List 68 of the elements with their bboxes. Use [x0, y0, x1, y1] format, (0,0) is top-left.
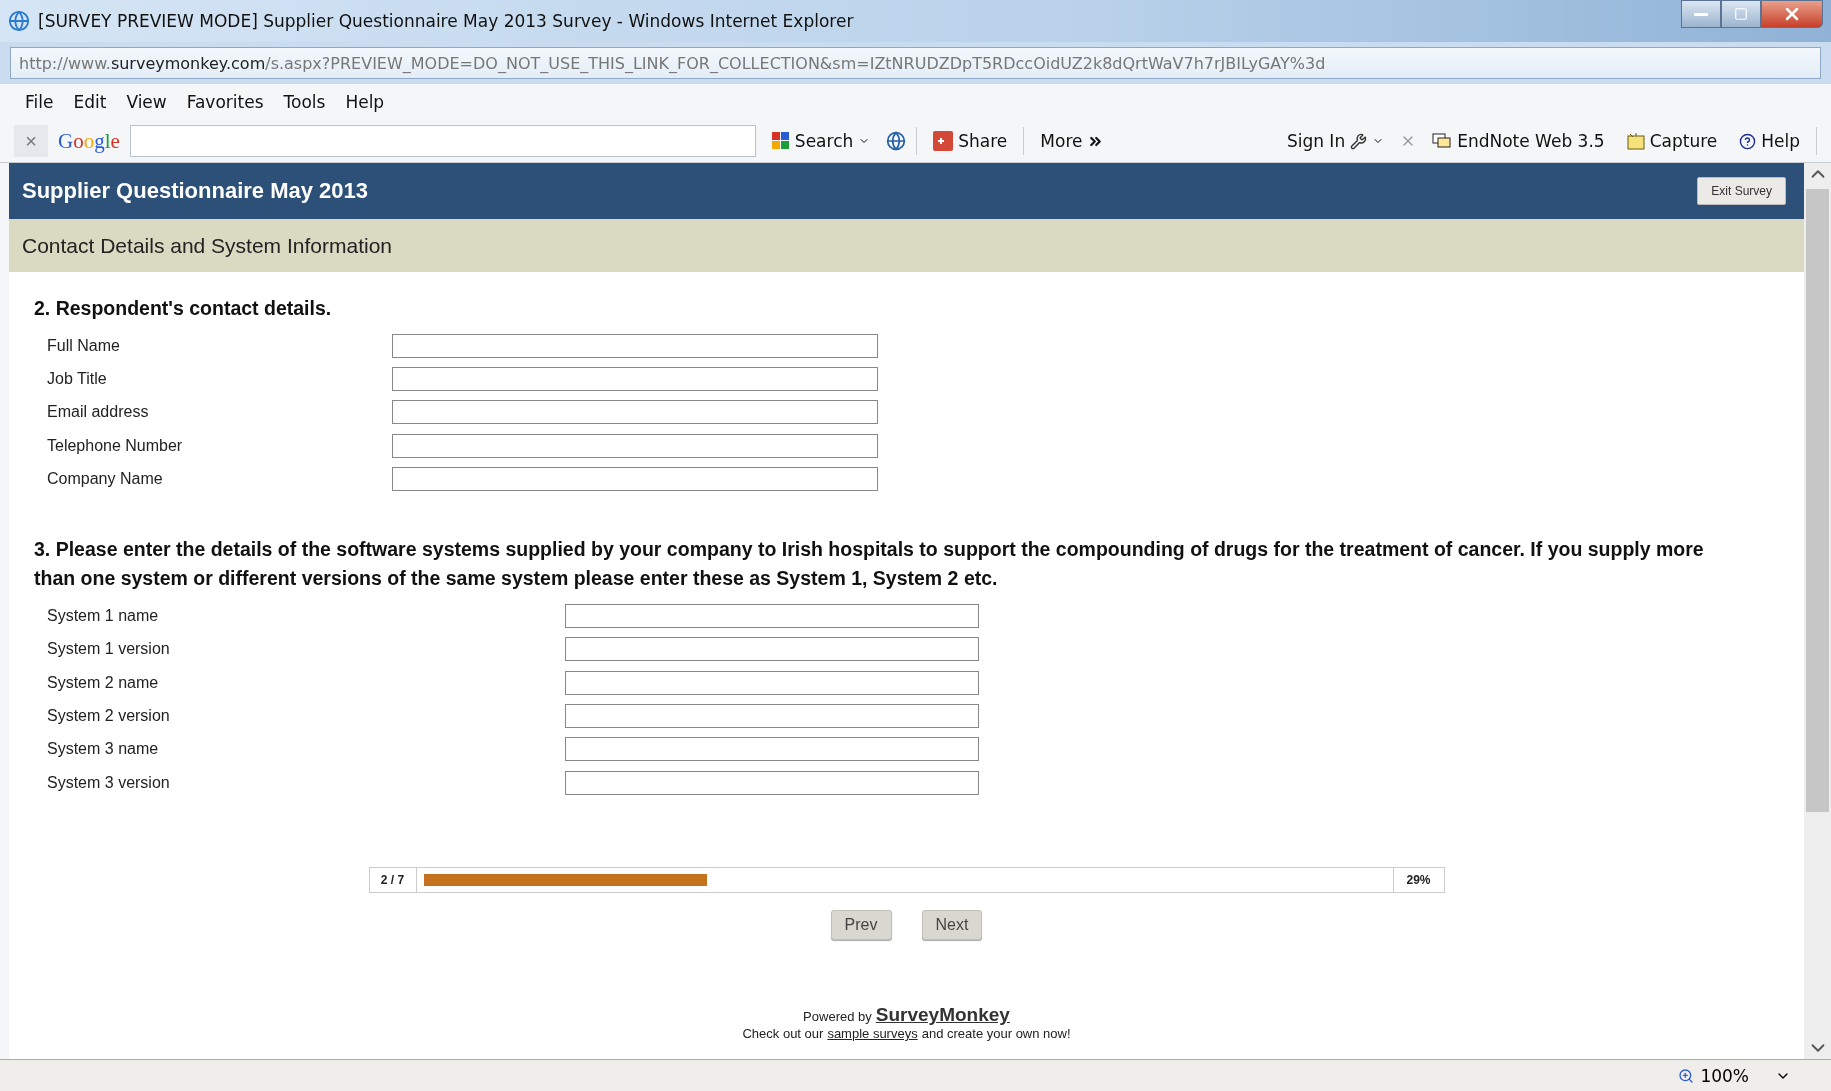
maximize-button[interactable] — [1721, 0, 1761, 28]
search-field[interactable] — [129, 125, 756, 157]
zoom-icon — [1678, 1067, 1695, 1084]
field-label: Company Name — [47, 469, 164, 488]
input-field[interactable] — [392, 433, 878, 458]
signin-button[interactable]: Sign In — [1280, 129, 1391, 153]
share-button[interactable]: Share — [927, 129, 1014, 153]
share-logo-icon — [933, 131, 954, 151]
next-button[interactable]: Next — [921, 910, 983, 941]
question-title: 2. Respondent's contact details. — [34, 296, 333, 321]
menu-item[interactable]: Edit — [66, 90, 114, 114]
input-field[interactable] — [392, 333, 878, 358]
input-field[interactable] — [565, 604, 979, 629]
survey-title: Supplier Questionnaire May 2013 — [22, 178, 368, 204]
input-field[interactable] — [392, 400, 878, 425]
powered-by-text: Powered by — [803, 1009, 872, 1025]
zoom-level[interactable]: 100% — [1700, 1065, 1749, 1086]
field-label: Telephone Number — [47, 436, 184, 455]
question-title: 3. Please enter the details of the software systems supplied by your company to Irish hospitals to support the compounding of drugs for the treatment of cancer. If you supply more than one system or different versions of the same system please enter these as System 1, System 2 etc. — [34, 537, 1704, 592]
exit-survey-button[interactable]: Exit Survey — [1697, 177, 1786, 205]
input-field[interactable] — [565, 704, 979, 728]
browser-logo-icon — [8, 10, 30, 32]
footer-text: Check out our — [742, 1026, 824, 1042]
capture-button[interactable]: Capture — [1620, 129, 1724, 153]
input-field[interactable] — [392, 466, 878, 491]
search-button[interactable]: Search — [765, 129, 877, 153]
search-logo-icon — [771, 132, 790, 150]
windows-stack-icon — [1432, 133, 1453, 149]
sample-surveys-link[interactable]: sample surveys — [827, 1026, 918, 1042]
field-label: Job Title — [47, 369, 108, 388]
input-field[interactable] — [565, 670, 979, 695]
endnote-button[interactable]: EndNote Web 3.5 — [1426, 129, 1611, 153]
field-label: System 1 version — [47, 640, 171, 659]
wrench-icon — [1350, 132, 1368, 150]
brand-link[interactable]: SurveyMonkey — [875, 1004, 1010, 1027]
input-field[interactable] — [565, 737, 979, 762]
field-label: System 3 version — [47, 773, 171, 792]
scrollbar[interactable] — [1804, 163, 1831, 1059]
field-label: System 3 name — [47, 740, 160, 759]
menu-item[interactable]: Favorites — [179, 90, 271, 114]
toolbar-close-button[interactable]: × — [14, 125, 48, 157]
prev-button[interactable]: Prev — [830, 910, 892, 941]
menu-item[interactable]: View — [119, 90, 174, 114]
field-label: Email address — [47, 403, 150, 422]
menu-item[interactable]: File — [18, 90, 61, 114]
field-label: System 1 name — [47, 607, 160, 626]
footer-text: and create your own now! — [921, 1026, 1071, 1042]
help-button[interactable]: Help — [1733, 129, 1806, 153]
input-field[interactable] — [392, 366, 878, 391]
menu-item[interactable]: Help — [338, 90, 392, 114]
restore-icon — [1734, 7, 1748, 21]
field-label: System 2 name — [47, 673, 160, 692]
input-field[interactable] — [565, 770, 979, 795]
menu-item[interactable]: Tools — [276, 90, 333, 114]
window-title: [SURVEY PREVIEW MODE] Supplier Questionnaire May 2013 Survey - Windows Internet Explorer — [38, 11, 855, 31]
more-button[interactable]: More — [1034, 129, 1111, 153]
google-logo: Google — [58, 128, 120, 154]
input-field[interactable] — [565, 637, 979, 662]
minimize-button[interactable] — [1681, 0, 1721, 28]
section-title: Contact Details and System Information — [22, 233, 392, 258]
field-label: Full Name — [47, 336, 121, 355]
address-field[interactable]: http://www.surveymonkey.com/s.aspx?PREVIEW_MODE=DO_NOT_USE_THIS_LINK_FOR_COLLECTION&sm=IZtNRUDZDpT5RDccOidUZ2k8dQrtWaV7h7rJBILyGAY%3d — [10, 47, 1821, 79]
close-button[interactable] — [1761, 0, 1823, 28]
globe-icon — [886, 131, 907, 151]
minimize-icon — [1694, 12, 1708, 16]
note-icon — [1626, 132, 1645, 150]
field-label: System 2 version — [47, 707, 171, 725]
help-icon — [1739, 132, 1757, 150]
